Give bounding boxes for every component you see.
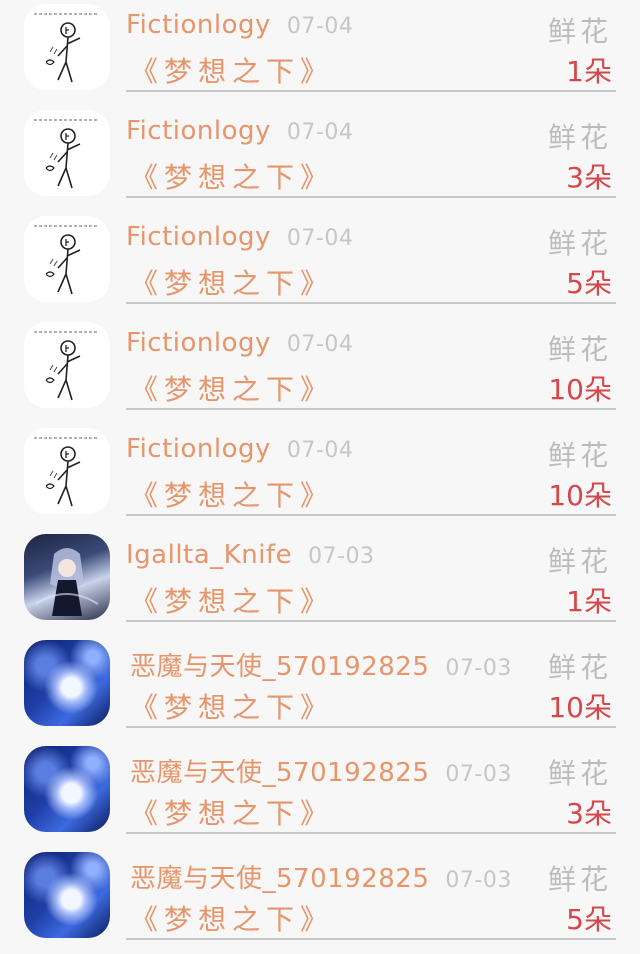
list-item[interactable]: 恶魔与天使_570192825 07-03 《梦想之下》 鲜花 10朵 [0, 636, 640, 742]
avatar[interactable] [24, 534, 110, 620]
username[interactable]: Fictionlogy [126, 116, 271, 146]
date: 07-03 [445, 762, 512, 787]
stick-figure-icon [34, 225, 98, 295]
divider [126, 196, 616, 198]
gift-type: 鲜花 [547, 757, 612, 790]
list-item[interactable]: Fictionlogy 07-04 《梦想之下》 鲜花 10朵 [0, 424, 640, 530]
gift-type: 鲜花 [547, 15, 612, 48]
gift-type: 鲜花 [547, 121, 612, 154]
username[interactable]: Igallta_Knife [126, 540, 292, 570]
avatar[interactable] [24, 110, 110, 196]
date: 07-04 [286, 332, 354, 357]
stick-figure-icon [34, 119, 98, 189]
divider [126, 408, 616, 410]
avatar[interactable] [24, 852, 110, 938]
gift-count: 1朵 [566, 55, 612, 88]
stick-figure-icon [34, 437, 98, 507]
work-title[interactable]: 《梦想之下》 [130, 262, 334, 302]
gift-count: 5朵 [566, 267, 612, 300]
work-title[interactable]: 《梦想之下》 [130, 580, 334, 620]
list-item[interactable]: Fictionlogy 07-04 《梦想之下》 鲜花 1朵 [0, 0, 640, 106]
divider [126, 90, 616, 92]
list-item[interactable]: 恶魔与天使_570192825 07-03 《梦想之下》 鲜花 3朵 [0, 742, 640, 848]
username[interactable]: Fictionlogy [126, 434, 271, 464]
gift-type: 鲜花 [547, 333, 612, 366]
avatar[interactable] [24, 640, 110, 726]
divider [126, 938, 616, 940]
gift-count: 10朵 [548, 479, 612, 512]
work-title[interactable]: 《梦想之下》 [130, 156, 334, 196]
anime-character-icon [35, 548, 99, 616]
gift-type: 鲜花 [547, 227, 612, 260]
work-title[interactable]: 《梦想之下》 [130, 792, 334, 832]
gift-count: 10朵 [548, 691, 612, 724]
divider [126, 514, 616, 516]
gift-count: 1朵 [566, 585, 612, 618]
username[interactable]: 恶魔与天使_570192825 [130, 652, 429, 682]
stick-figure-icon [34, 331, 98, 401]
list-item[interactable]: Fictionlogy 07-04 《梦想之下》 鲜花 5朵 [0, 212, 640, 318]
list-item[interactable]: Fictionlogy 07-04 《梦想之下》 鲜花 10朵 [0, 318, 640, 424]
work-title[interactable]: 《梦想之下》 [130, 898, 334, 938]
avatar[interactable] [24, 322, 110, 408]
avatar[interactable] [24, 4, 110, 90]
work-title[interactable]: 《梦想之下》 [130, 50, 334, 90]
date: 07-03 [308, 544, 375, 569]
username[interactable]: Fictionlogy [126, 328, 271, 358]
username[interactable]: Fictionlogy [126, 10, 271, 40]
stick-figure-icon [34, 13, 98, 83]
divider [126, 832, 616, 834]
date: 07-04 [286, 438, 354, 463]
date: 07-03 [445, 868, 512, 893]
username[interactable]: Fictionlogy [126, 222, 271, 252]
gift-type: 鲜花 [547, 545, 612, 578]
gift-count: 3朵 [566, 797, 612, 830]
date: 07-04 [286, 120, 354, 145]
username[interactable]: 恶魔与天使_570192825 [130, 864, 429, 894]
list-item[interactable]: Igallta_Knife 07-03 《梦想之下》 鲜花 1朵 [0, 530, 640, 636]
work-title[interactable]: 《梦想之下》 [130, 686, 334, 726]
work-title[interactable]: 《梦想之下》 [130, 474, 334, 514]
divider [126, 302, 616, 304]
avatar[interactable] [24, 216, 110, 302]
date: 07-04 [286, 14, 354, 39]
gift-type: 鲜花 [547, 863, 612, 896]
gift-count: 10朵 [548, 373, 612, 406]
gift-record-list: Fictionlogy 07-04 《梦想之下》 鲜花 1朵 Fictionlog… [0, 0, 640, 943]
list-item[interactable]: Fictionlogy 07-04 《梦想之下》 鲜花 3朵 [0, 106, 640, 212]
date: 07-03 [445, 656, 512, 681]
gift-type: 鲜花 [547, 439, 612, 472]
username[interactable]: 恶魔与天使_570192825 [130, 758, 429, 788]
gift-count: 5朵 [566, 903, 612, 936]
gift-type: 鲜花 [547, 651, 612, 684]
gift-count: 3朵 [566, 161, 612, 194]
avatar[interactable] [24, 428, 110, 514]
list-item[interactable]: 恶魔与天使_570192825 07-03 《梦想之下》 鲜花 5朵 [0, 848, 640, 954]
avatar[interactable] [24, 746, 110, 832]
divider [126, 620, 616, 622]
divider [126, 726, 616, 728]
work-title[interactable]: 《梦想之下》 [130, 368, 334, 408]
date: 07-04 [286, 226, 354, 251]
